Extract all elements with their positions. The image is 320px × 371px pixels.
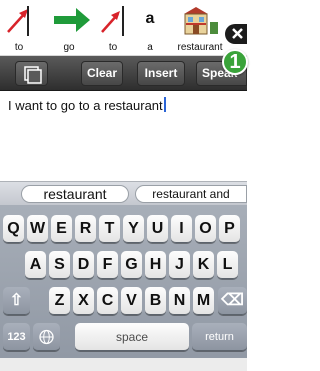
green-arrow-right-icon: [54, 8, 90, 32]
key-x[interactable]: X: [73, 287, 94, 315]
key-r[interactable]: R: [75, 215, 96, 243]
key-y[interactable]: Y: [123, 215, 144, 243]
key-o[interactable]: O: [195, 215, 216, 243]
symbol-label: go: [63, 42, 75, 53]
numbers-key[interactable]: 123: [3, 323, 30, 351]
key-f[interactable]: F: [97, 251, 118, 279]
key-s[interactable]: S: [49, 251, 70, 279]
key-p[interactable]: P: [219, 215, 240, 243]
symbol-label: to: [108, 42, 118, 53]
key-z[interactable]: Z: [49, 287, 70, 315]
message-text: I want to go to a restaurant: [8, 98, 163, 113]
key-b[interactable]: B: [145, 287, 166, 315]
key-l[interactable]: L: [217, 251, 238, 279]
suggestion-chip[interactable]: restaurant: [21, 185, 129, 203]
key-g[interactable]: G: [121, 251, 142, 279]
key-a[interactable]: A: [25, 251, 46, 279]
key-h[interactable]: H: [145, 251, 166, 279]
insert-button[interactable]: Insert: [137, 61, 185, 86]
symbol-label: to: [14, 42, 24, 53]
symbol-cell-restaurant[interactable]: restaurant: [172, 0, 228, 56]
delete-icon: ⌫: [221, 292, 244, 309]
bottom-margin: [0, 358, 247, 371]
key-e[interactable]: E: [51, 215, 72, 243]
globe-key[interactable]: [33, 323, 60, 351]
clear-button[interactable]: Clear: [81, 61, 123, 86]
symbol-cell-go[interactable]: go: [40, 0, 98, 56]
symbol-strip: to go to a a restaurant: [0, 0, 247, 56]
symbol-cell-to[interactable]: to: [0, 0, 38, 56]
notification-badge: 1: [222, 49, 248, 75]
key-i[interactable]: I: [171, 215, 192, 243]
letter-a-icon: a: [145, 10, 155, 27]
key-u[interactable]: U: [147, 215, 168, 243]
divider: [122, 6, 124, 36]
key-c[interactable]: C: [97, 287, 118, 315]
key-d[interactable]: D: [73, 251, 94, 279]
copy-button[interactable]: [15, 61, 48, 86]
message-text-area[interactable]: I want to go to a restaurant: [0, 91, 247, 181]
restaurant-building-icon: [184, 7, 218, 35]
close-button[interactable]: [225, 24, 247, 44]
divider: [27, 6, 29, 36]
close-icon: [232, 28, 243, 39]
key-k[interactable]: K: [193, 251, 214, 279]
key-q[interactable]: Q: [3, 215, 24, 243]
toolbar: Clear Insert Speak: [0, 56, 247, 91]
delete-key[interactable]: ⌫: [218, 287, 247, 315]
suggestion-bar: restaurant restaurant and: [0, 181, 247, 205]
keyboard: Q W E R T Y U I O P A S D F G H J K L ⇧ …: [0, 205, 247, 371]
return-key[interactable]: return: [192, 323, 247, 351]
key-v[interactable]: V: [121, 287, 142, 315]
globe-icon: [39, 329, 54, 345]
space-key[interactable]: space: [75, 323, 189, 351]
symbol-cell-a[interactable]: a a: [128, 0, 172, 56]
key-n[interactable]: N: [169, 287, 190, 315]
copy-icon: [24, 66, 42, 84]
symbol-label: a: [147, 42, 153, 53]
suggestion-chip[interactable]: restaurant and: [135, 185, 247, 203]
shift-icon: ⇧: [9, 292, 24, 309]
key-w[interactable]: W: [27, 215, 48, 243]
shift-key[interactable]: ⇧: [3, 287, 30, 315]
key-j[interactable]: J: [169, 251, 190, 279]
symbol-label: restaurant: [177, 42, 223, 53]
text-caret: [163, 97, 166, 112]
red-arrow-up-right-icon: [7, 9, 28, 33]
key-t[interactable]: T: [99, 215, 120, 243]
key-m[interactable]: M: [193, 287, 214, 315]
